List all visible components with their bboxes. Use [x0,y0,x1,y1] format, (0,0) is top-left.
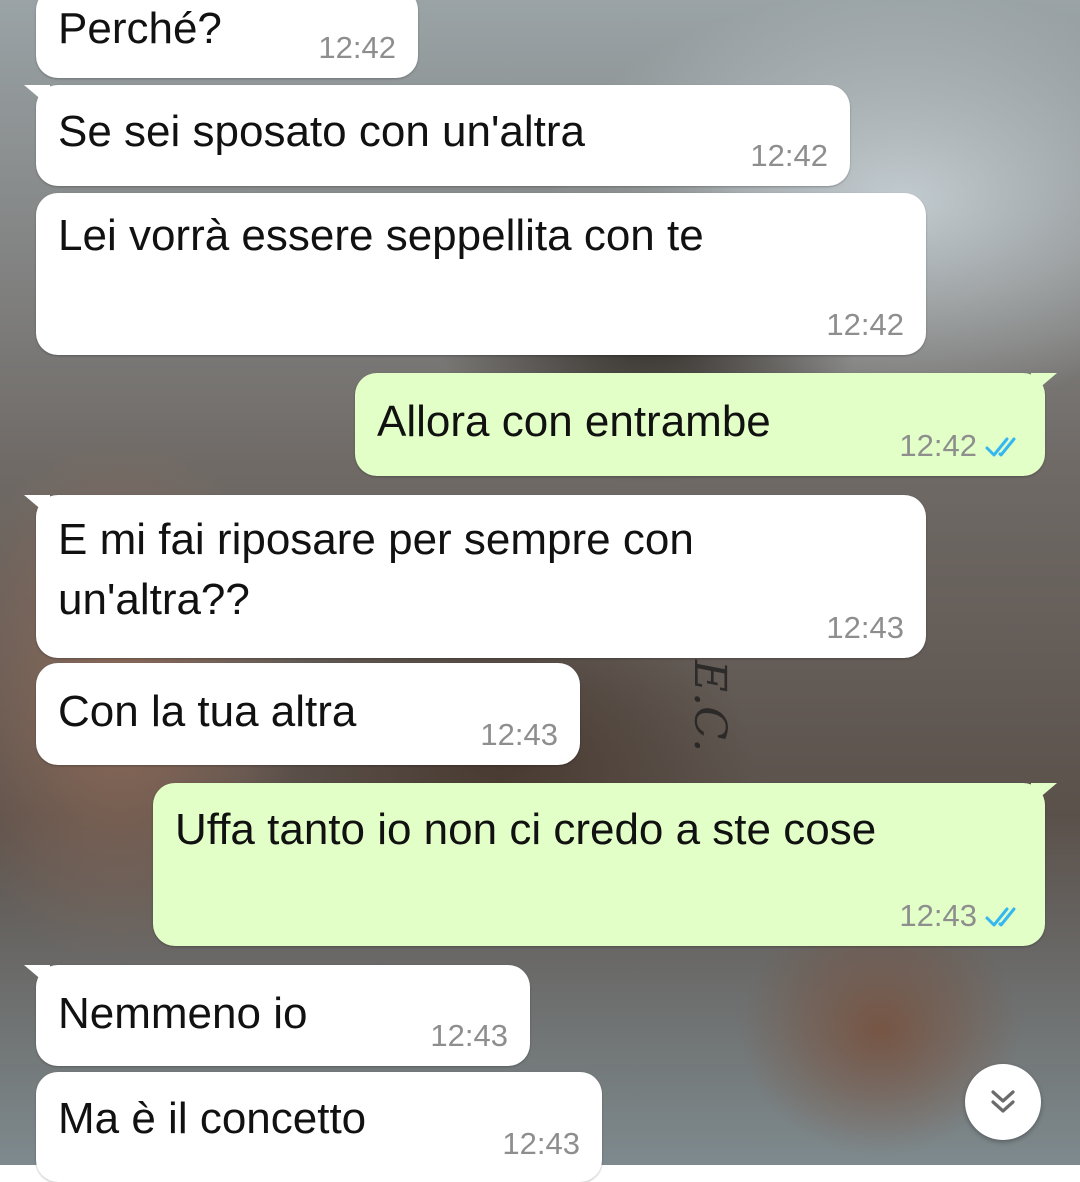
message-time: 12:42 [318,30,396,65]
message-text: Allora con entrambe [377,397,771,446]
message-text: un'altra?? [58,575,250,624]
wallpaper-tattoo-text: E.C. [684,660,735,753]
message-text: Con la tua altra [58,687,357,736]
double-check-icon [985,437,1016,457]
message-bubble-incoming[interactable]: Lei vorrà essere seppellita con te 12:42 [36,193,926,355]
message-bubble-outgoing[interactable]: Allora con entrambe 12:42 [355,373,1057,476]
double-check-icon [985,907,1016,927]
message-text: E mi fai riposare per sempre con [58,515,694,564]
message-bubble-incoming[interactable]: Con la tua altra 12:43 [36,663,580,765]
message-text: Ma è il concetto [58,1094,367,1143]
message-bubble-incoming[interactable]: E mi fai riposare per sempre con un'altr… [24,495,926,658]
message-time: 12:43 [502,1126,580,1161]
message-time: 12:43 [826,610,904,645]
message-bubble-incoming[interactable]: Ma è il concetto 12:43 [36,1072,602,1182]
message-time: 12:42 [750,138,828,173]
message-text: Perché? [58,4,222,53]
chevron-double-down-icon [991,1090,1015,1113]
message-time: 12:42 [899,428,977,463]
message-time: 12:43 [480,717,558,752]
message-text: Se sei sposato con un'altra [58,107,585,156]
message-bubble-incoming[interactable]: Perché? 12:42 [36,0,418,78]
scroll-down-button[interactable] [965,1064,1041,1140]
message-bubble-incoming[interactable]: Se sei sposato con un'altra 12:42 [24,85,850,186]
message-text: Uffa tanto io non ci credo a ste cose [175,805,877,854]
message-time: 12:43 [430,1018,508,1053]
message-time: 12:42 [826,307,904,342]
message-bubble-outgoing[interactable]: Uffa tanto io non ci credo a ste cose 12… [153,783,1057,946]
message-text: Lei vorrà essere seppellita con te [58,211,704,260]
message-text: Nemmeno io [58,989,308,1038]
message-time: 12:43 [899,898,977,933]
message-bubble-incoming[interactable]: Nemmeno io 12:43 [24,965,530,1066]
